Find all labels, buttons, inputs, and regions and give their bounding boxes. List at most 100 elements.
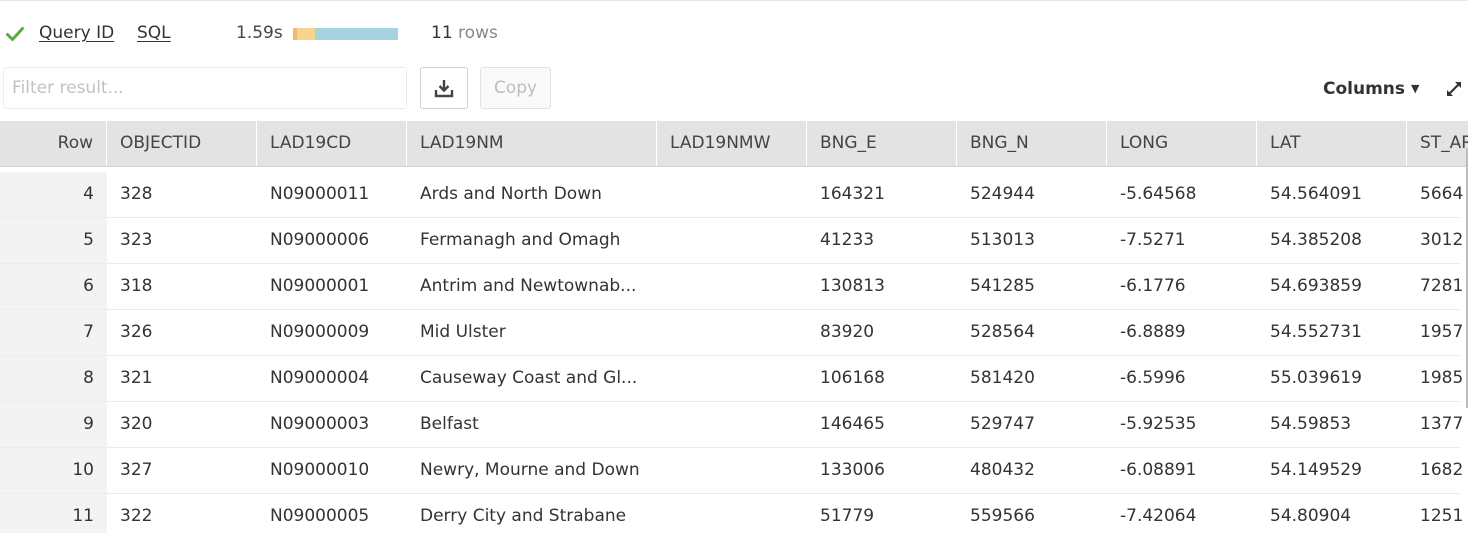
rows-count-unit: rows — [458, 23, 498, 43]
cell-lad19nm: Ards and North Down — [420, 184, 602, 204]
table-row[interactable]: 6 318 N09000001 Antrim and Newtownab... 1308… — [0, 264, 1463, 310]
cell-objectid: 318 — [120, 276, 153, 296]
expand-icon[interactable] — [1445, 80, 1463, 98]
cell-lat: 55.039619 — [1270, 368, 1362, 388]
column-header-lad19nm[interactable]: LAD19NM — [407, 121, 657, 166]
row-number: 5 — [0, 218, 107, 263]
cell-objectid: 321 — [120, 368, 153, 388]
column-header-objectid[interactable]: OBJECTID — [107, 121, 257, 166]
caret-down-icon: ▼ — [1411, 82, 1420, 95]
cell-long: -7.5271 — [1120, 230, 1186, 250]
cell-lad19nmw — [657, 310, 807, 355]
cell-lad19nmw — [657, 402, 807, 447]
cell-bng-e: 133006 — [820, 460, 885, 480]
timing-segment — [315, 28, 398, 40]
row-number: 6 — [0, 264, 107, 309]
cell-bng-n: 528564 — [970, 322, 1035, 342]
results-table: Row OBJECTID LAD19CD LAD19NM LAD19NMW BNG_E BN… — [0, 121, 1468, 533]
cell-st-ar: 1985 — [1420, 368, 1464, 388]
cell-lad19nmw — [657, 356, 807, 401]
cell-bng-n: 524944 — [970, 184, 1035, 204]
row-number: 9 — [0, 402, 107, 447]
cell-st-ar: 1377 — [1420, 414, 1464, 434]
query-id-link[interactable]: Query ID — [39, 23, 114, 43]
cell-lad19nmw — [657, 172, 807, 217]
table-row[interactable]: 8 321 N09000004 Causeway Coast and Gl... 106… — [0, 356, 1463, 402]
cell-st-ar: 7281 — [1420, 276, 1464, 296]
query-duration: 1.59s — [236, 23, 283, 43]
cell-lad19nm: Antrim and Newtownab... — [420, 276, 637, 296]
cell-lat: 54.564091 — [1270, 184, 1362, 204]
rows-count: 11 rows — [431, 23, 498, 43]
cell-lad19nm: Derry City and Strabane — [420, 506, 627, 526]
cell-bng-n: 513013 — [970, 230, 1035, 250]
cell-objectid: 327 — [120, 460, 153, 480]
cell-long: -6.5996 — [1120, 368, 1186, 388]
column-header-lad19cd[interactable]: LAD19CD — [257, 121, 407, 166]
cell-lat: 54.552731 — [1270, 322, 1362, 342]
cell-lad19nm: Belfast — [420, 414, 479, 434]
cell-lad19nmw — [657, 218, 807, 263]
cell-st-ar: 1682 — [1420, 460, 1464, 480]
table-header: Row OBJECTID LAD19CD LAD19NM LAD19NMW BNG_E BN… — [0, 121, 1468, 167]
timing-segment — [297, 28, 316, 40]
sql-link[interactable]: SQL — [137, 23, 171, 43]
table-row[interactable]: 10 327 N09000010 Newry, Mourne and Down 1330… — [0, 448, 1463, 494]
columns-dropdown[interactable]: Columns ▼ — [1323, 79, 1420, 99]
table-row[interactable]: 9 320 N09000003 Belfast 146465 529747 -5.92535… — [0, 402, 1463, 448]
cell-lad19cd: N09000003 — [270, 414, 370, 434]
download-button[interactable] — [420, 67, 468, 109]
timing-bar — [293, 28, 398, 40]
cell-bng-e: 130813 — [820, 276, 885, 296]
cell-objectid: 320 — [120, 414, 153, 434]
column-header-bng-n[interactable]: BNG_N — [957, 121, 1107, 166]
cell-objectid: 322 — [120, 506, 153, 526]
cell-st-ar: 3012 — [1420, 230, 1464, 250]
cell-long: -6.1776 — [1120, 276, 1186, 296]
cell-lad19cd: N09000009 — [270, 322, 370, 342]
cell-lad19nmw — [657, 494, 807, 533]
row-number: 7 — [0, 310, 107, 355]
cell-long: -6.8889 — [1120, 322, 1186, 342]
filter-result-input[interactable] — [3, 67, 407, 109]
query-status-bar: Query ID SQL 1.59s 11 rows — [0, 18, 1468, 50]
cell-bng-e: 164321 — [820, 184, 885, 204]
cell-lad19nmw — [657, 264, 807, 309]
column-header-bng-e[interactable]: BNG_E — [807, 121, 957, 166]
column-header-lad19nmw[interactable]: LAD19NMW — [657, 121, 807, 166]
cell-bng-n: 529747 — [970, 414, 1035, 434]
copy-button[interactable]: Copy — [480, 67, 551, 109]
column-header-row[interactable]: Row — [0, 121, 107, 166]
cell-lad19cd: N09000006 — [270, 230, 370, 250]
cell-bng-e: 146465 — [820, 414, 885, 434]
cell-long: -7.42064 — [1120, 506, 1197, 526]
table-row[interactable]: 5 323 N09000006 Fermanagh and Omagh 41233 513… — [0, 218, 1463, 264]
column-header-lat[interactable]: LAT — [1257, 121, 1407, 166]
row-number: 4 — [0, 172, 107, 217]
cell-lad19nmw — [657, 448, 807, 493]
cell-long: -5.64568 — [1120, 184, 1197, 204]
cell-lad19nm: Mid Ulster — [420, 322, 506, 342]
cell-bng-n: 541285 — [970, 276, 1035, 296]
cell-bng-n: 559566 — [970, 506, 1035, 526]
cell-lad19nm: Causeway Coast and Gl... — [420, 368, 638, 388]
cell-long: -5.92535 — [1120, 414, 1197, 434]
cell-st-ar: 1957 — [1420, 322, 1464, 342]
cell-lad19nm: Newry, Mourne and Down — [420, 460, 640, 480]
cell-lat: 54.693859 — [1270, 276, 1362, 296]
cell-bng-e: 51779 — [820, 506, 875, 526]
cell-st-ar: 1251 — [1420, 506, 1464, 526]
cell-lad19cd: N09000001 — [270, 276, 370, 296]
cell-st-ar: 5664 — [1420, 184, 1464, 204]
column-header-long[interactable]: LONG — [1107, 121, 1257, 166]
table-row[interactable]: 4 328 N09000011 Ards and North Down 164321 52… — [0, 172, 1463, 218]
cell-objectid: 323 — [120, 230, 153, 250]
table-row[interactable]: 11 322 N09000005 Derry City and Strabane 517… — [0, 494, 1463, 533]
cell-objectid: 326 — [120, 322, 153, 342]
cell-bng-e: 41233 — [820, 230, 875, 250]
table-row[interactable]: 7 326 N09000009 Mid Ulster 83920 528564 -6.888… — [0, 310, 1463, 356]
cell-lat: 54.59853 — [1270, 414, 1352, 434]
column-header-st-ar[interactable]: ST_AR — [1407, 121, 1468, 166]
cell-lat: 54.385208 — [1270, 230, 1362, 250]
cell-lad19cd: N09000010 — [270, 460, 370, 480]
